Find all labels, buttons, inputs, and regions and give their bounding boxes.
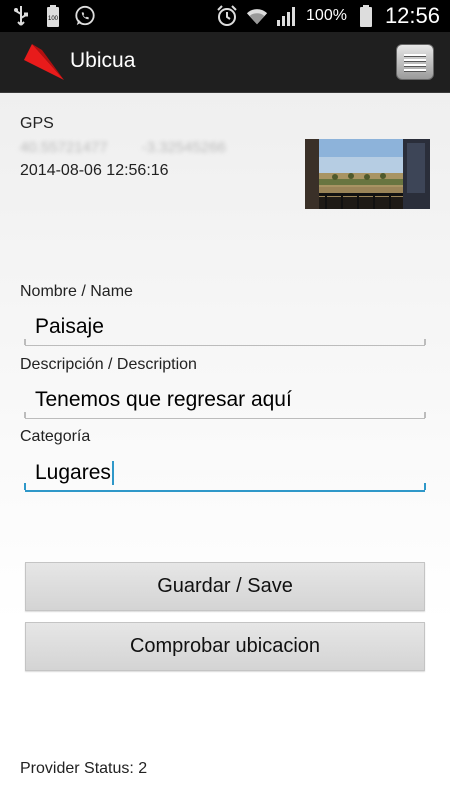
name-value: Paisaje bbox=[35, 315, 104, 338]
battery-percent: 100% bbox=[306, 7, 347, 24]
photo-thumbnail[interactable] bbox=[305, 139, 430, 209]
category-field[interactable]: Lugares bbox=[24, 454, 426, 492]
check-location-button[interactable]: Comprobar ubicacion bbox=[25, 622, 425, 671]
whatsapp-icon bbox=[74, 4, 96, 28]
svg-text:100: 100 bbox=[48, 16, 59, 22]
latitude-value: 40.55721477 bbox=[20, 139, 108, 156]
battery-icon bbox=[355, 4, 377, 28]
battery-100-icon: 100 bbox=[42, 4, 64, 28]
menu-button[interactable] bbox=[396, 44, 434, 80]
name-field[interactable]: Paisaje bbox=[24, 308, 426, 346]
alarm-icon bbox=[216, 4, 238, 28]
gps-label: GPS bbox=[20, 115, 54, 132]
app-logo-icon[interactable] bbox=[22, 42, 66, 82]
name-label: Nombre / Name bbox=[20, 283, 133, 300]
status-bar: 100 100% 12:56 bbox=[0, 0, 450, 32]
menu-line-icon bbox=[404, 68, 426, 71]
app-title: Ubicua bbox=[70, 49, 136, 72]
text-cursor bbox=[111, 461, 114, 486]
signal-icon bbox=[276, 4, 298, 28]
provider-status: Provider Status: 2 bbox=[20, 760, 148, 777]
save-button[interactable]: Guardar / Save bbox=[25, 562, 425, 611]
description-field[interactable]: Tenemos que regresar aquí bbox=[24, 381, 426, 419]
clock: 12:56 bbox=[384, 3, 440, 28]
description-value: Tenemos que regresar aquí bbox=[35, 388, 292, 411]
menu-line-icon bbox=[404, 58, 426, 61]
usb-icon bbox=[10, 4, 32, 28]
description-label: Descripción / Description bbox=[20, 356, 197, 373]
action-bar: Ubicua bbox=[0, 32, 450, 93]
status-bar-notifications: 100 bbox=[10, 4, 96, 28]
category-label: Categoría bbox=[20, 428, 91, 445]
menu-line-icon bbox=[404, 53, 426, 56]
gps-timestamp: 2014-08-06 12:56:16 bbox=[20, 162, 169, 179]
longitude-value: -3.32545266 bbox=[141, 139, 226, 156]
gps-coordinates: 40.55721477 -3.32545266 bbox=[20, 139, 226, 156]
main-content: GPS 40.55721477 -3.32545266 2014-08-06 1… bbox=[0, 93, 450, 800]
menu-line-icon bbox=[404, 63, 426, 66]
status-bar-system: 100% 12:56 bbox=[216, 3, 440, 29]
category-value: Lugares bbox=[35, 461, 111, 484]
wifi-icon bbox=[246, 4, 268, 28]
